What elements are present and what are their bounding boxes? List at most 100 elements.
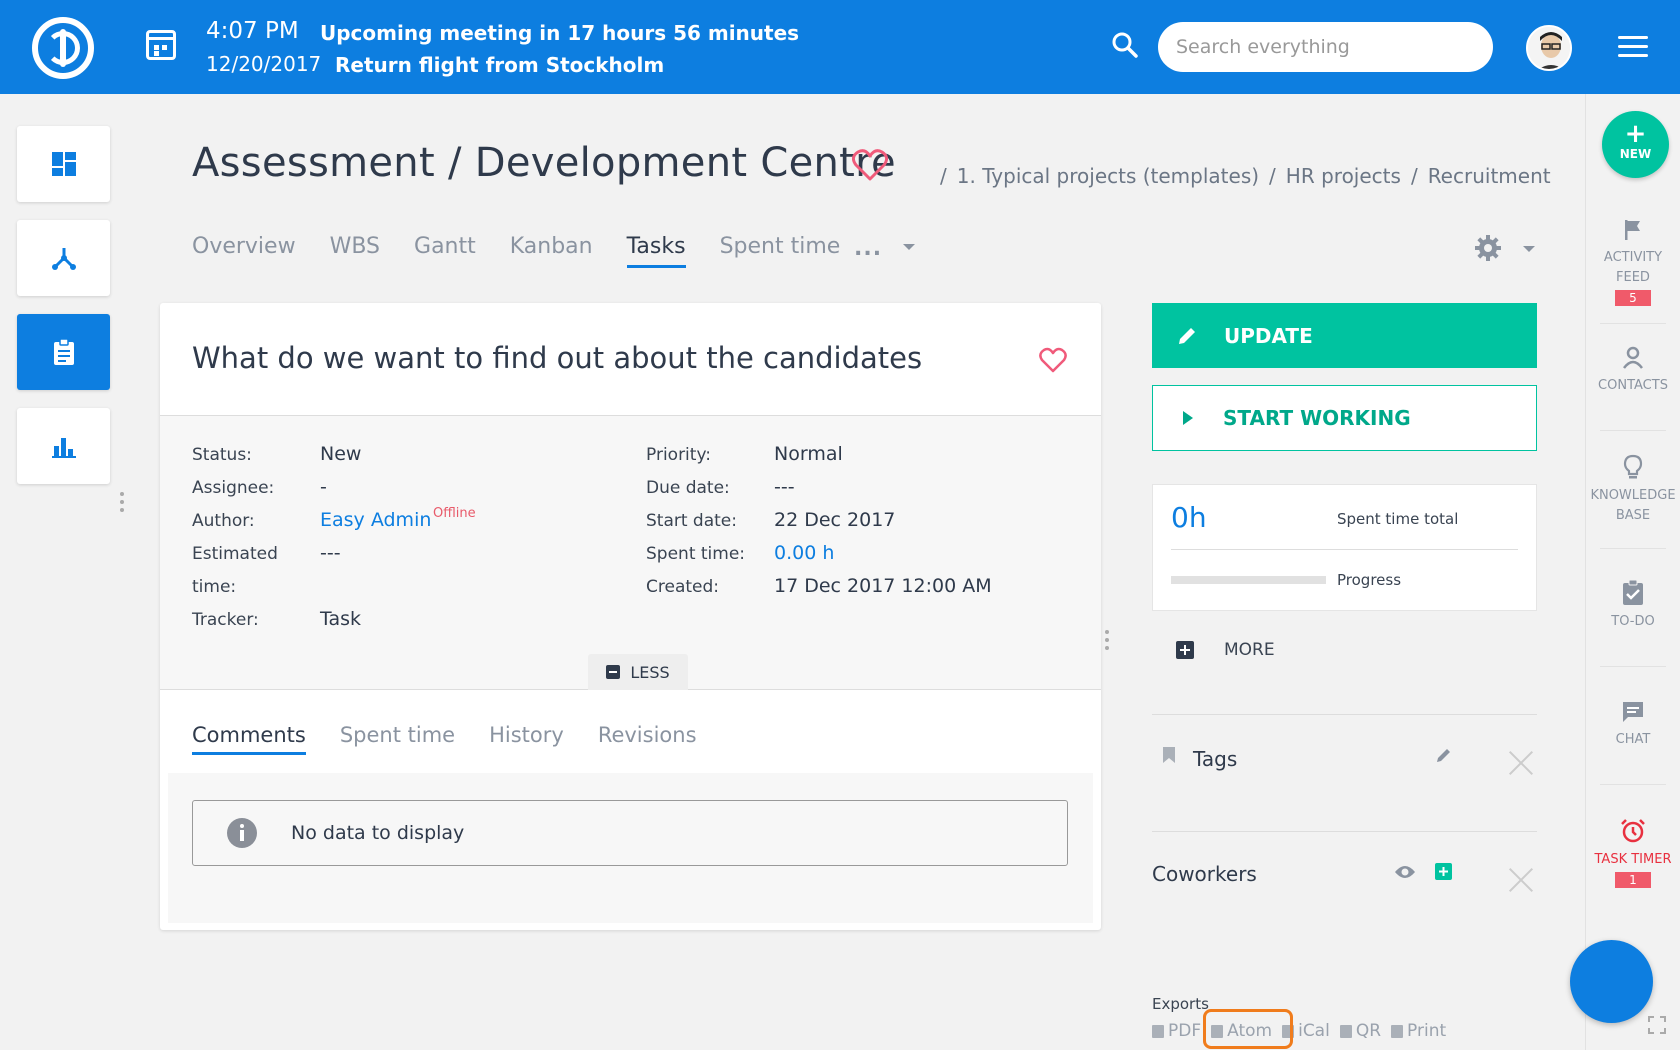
edit-pencil-icon[interactable]	[1435, 746, 1453, 764]
spent-time-link[interactable]: 0.00 h	[774, 542, 834, 564]
tab-history[interactable]: History	[489, 723, 564, 755]
tab-kanban[interactable]: Kanban	[510, 234, 593, 268]
sidebar-item-todo[interactable]: TO-DO	[1586, 580, 1680, 632]
left-panel-resize-handle[interactable]	[120, 492, 124, 512]
export-print[interactable]: Print	[1391, 1021, 1446, 1041]
tab-gantt[interactable]: Gantt	[414, 234, 476, 268]
breadcrumb-recruitment[interactable]: Recruitment	[1428, 164, 1551, 188]
user-avatar[interactable]	[1526, 25, 1572, 71]
app-logo-icon[interactable]	[32, 17, 94, 79]
pdf-icon	[1152, 1024, 1164, 1038]
close-icon[interactable]	[1508, 867, 1534, 893]
favorite-heart-icon[interactable]	[1039, 347, 1067, 373]
sidebar-item-activity-feed[interactable]: ACTIVITY FEED 5	[1586, 218, 1680, 309]
priority-value[interactable]: Normal	[774, 443, 843, 465]
left-nav-structure[interactable]	[17, 220, 110, 296]
breadcrumb-separator: /	[1269, 164, 1276, 188]
search-input[interactable]	[1158, 22, 1493, 72]
tab-comments[interactable]: Comments	[192, 723, 306, 755]
task-card: What do we want to find out about the ca…	[160, 303, 1101, 930]
tabs-more-button[interactable]: ...	[854, 236, 882, 261]
calendar-icon[interactable]	[146, 30, 176, 60]
alarm-clock-icon	[1621, 819, 1645, 843]
start-date-value[interactable]: 22 Dec 2017	[774, 509, 895, 531]
divider	[1600, 430, 1666, 431]
new-button[interactable]: + NEW	[1602, 111, 1669, 178]
export-qr[interactable]: QR	[1339, 1021, 1382, 1041]
export-print-label: Print	[1407, 1021, 1447, 1041]
less-button[interactable]: LESS	[588, 654, 688, 690]
left-nav-tasks[interactable]	[17, 314, 110, 390]
status-value[interactable]: New	[320, 443, 361, 465]
bookmark-icon	[1163, 747, 1175, 763]
breadcrumb-separator: /	[940, 164, 947, 188]
left-nav-reports[interactable]	[17, 408, 110, 484]
more-button[interactable]: MORE	[1176, 640, 1275, 660]
clipboard-icon	[53, 338, 74, 365]
start-working-button[interactable]: START WORKING	[1152, 385, 1537, 451]
divider	[1152, 831, 1537, 832]
divider	[1152, 714, 1537, 715]
favorite-heart-icon[interactable]	[852, 148, 888, 182]
contacts-label: CONTACTS	[1598, 378, 1668, 393]
tab-overview[interactable]: Overview	[192, 234, 296, 268]
user-icon	[1623, 346, 1643, 369]
chevron-down-icon[interactable]	[903, 244, 915, 250]
author-link[interactable]: Easy Admin	[320, 509, 431, 531]
divider	[1600, 548, 1666, 549]
chat-icon	[1623, 702, 1643, 722]
sidebar-item-knowledge-base[interactable]: KNOWLEDGE BASE	[1586, 454, 1680, 526]
plus-icon: +	[1624, 119, 1647, 149]
spent-time-summary: 0h Spent time total Progress	[1152, 484, 1537, 611]
due-date-value[interactable]: ---	[774, 476, 795, 498]
assignee-value[interactable]: -	[320, 476, 327, 498]
update-button[interactable]: UPDATE	[1152, 303, 1537, 368]
eye-icon[interactable]	[1394, 864, 1416, 880]
export-pdf[interactable]: PDF	[1152, 1021, 1201, 1041]
sidebar-item-chat[interactable]: CHAT	[1586, 700, 1680, 750]
sidebar-item-contacts[interactable]: CONTACTS	[1586, 346, 1680, 396]
close-icon[interactable]	[1508, 750, 1534, 776]
export-ical-label: iCal	[1298, 1021, 1330, 1041]
timer-count-badge: 1	[1615, 872, 1651, 888]
no-data-message: No data to display	[192, 800, 1068, 866]
status-label: Status:	[192, 445, 252, 465]
floating-action-button[interactable]	[1570, 940, 1653, 1023]
breadcrumb-hr-projects[interactable]: HR projects	[1286, 164, 1401, 188]
right-panel-resize-handle[interactable]	[1105, 630, 1109, 650]
tab-wbs[interactable]: WBS	[330, 234, 380, 268]
upcoming-event-2[interactable]: Return flight from Stockholm	[335, 53, 664, 77]
due-date-label: Due date:	[646, 478, 730, 498]
sidebar-item-task-timer[interactable]: TASK TIMER 1	[1586, 818, 1680, 891]
menu-icon[interactable]	[1618, 36, 1648, 58]
add-coworker-icon[interactable]	[1435, 863, 1452, 880]
fullscreen-icon[interactable]	[1648, 1016, 1666, 1034]
task-header: What do we want to find out about the ca…	[160, 303, 1101, 416]
priority-label: Priority:	[646, 445, 711, 465]
avatar-image-icon	[1528, 27, 1570, 69]
breadcrumb-typical-projects[interactable]: 1. Typical projects (templates)	[957, 164, 1259, 188]
tab-tasks[interactable]: Tasks	[626, 234, 686, 268]
activity-label-1: ACTIVITY	[1603, 250, 1663, 265]
pencil-icon	[1179, 327, 1195, 344]
minus-icon	[606, 665, 621, 679]
spent-hours[interactable]: 0h	[1171, 501, 1207, 534]
tab-spent-time-log[interactable]: Spent time	[340, 723, 455, 755]
tab-revisions[interactable]: Revisions	[598, 723, 697, 755]
progress-label: Progress	[1337, 571, 1402, 589]
upcoming-event-1[interactable]: Upcoming meeting in 17 hours 56 minutes	[320, 21, 799, 45]
current-time: 4:07 PM	[206, 18, 299, 44]
export-qr-label: QR	[1355, 1021, 1382, 1041]
estimated-time-value[interactable]: ---	[320, 542, 341, 564]
tracker-value[interactable]: Task	[320, 608, 361, 630]
no-data-text: No data to display	[291, 822, 465, 844]
project-tabs: Overview WBS Gantt Kanban Tasks Spent ti…	[192, 234, 840, 268]
breadcrumb-separator: /	[1410, 164, 1418, 188]
search-icon[interactable]	[1112, 32, 1138, 58]
gear-icon[interactable]	[1474, 234, 1502, 262]
left-nav-dashboard[interactable]	[17, 126, 110, 202]
chevron-down-icon[interactable]	[1523, 246, 1535, 252]
tags-title: Tags	[1193, 747, 1238, 771]
tab-spent-time[interactable]: Spent time	[720, 234, 841, 268]
author-status-badge: Offline	[433, 506, 476, 521]
